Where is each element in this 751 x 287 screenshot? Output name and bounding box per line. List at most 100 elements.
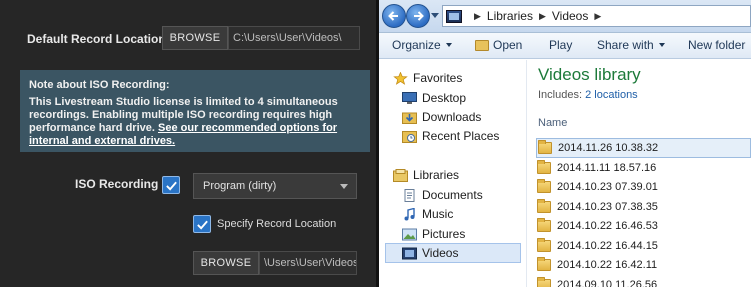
nav-label: Favorites bbox=[413, 71, 463, 85]
nav-item-desktop[interactable]: Desktop bbox=[379, 88, 527, 108]
command-bar: Organize Open Play Share with New folder bbox=[379, 33, 751, 59]
iso-recording-checkbox[interactable] bbox=[162, 176, 180, 194]
nav-label: Desktop bbox=[422, 91, 467, 105]
star-icon bbox=[393, 71, 408, 85]
breadcrumb-videos[interactable]: Videos bbox=[552, 9, 588, 23]
folder-icon bbox=[537, 218, 551, 232]
file-name: 2014.10.22 16.44.15 bbox=[557, 240, 658, 252]
file-name: 2014.11.26 10.38.32 bbox=[558, 142, 659, 154]
note-title: Note about ISO Recording: bbox=[29, 79, 170, 91]
folder-icon bbox=[537, 277, 551, 287]
nav-item-recent-places[interactable]: Recent Places bbox=[379, 126, 527, 146]
nav-item-pictures[interactable]: Pictures bbox=[379, 224, 527, 244]
nav-label: Music bbox=[422, 207, 454, 221]
iso-source-select[interactable]: Program (dirty) bbox=[193, 173, 357, 199]
default-record-path-field[interactable]: C:\Users\User\Videos\ bbox=[228, 26, 360, 50]
arrow-left-icon bbox=[388, 11, 398, 21]
iso-browse-button[interactable]: BROWSE bbox=[193, 251, 259, 275]
library-includes: Includes: 2 locations bbox=[538, 89, 638, 101]
iso-source-value: Program (dirty) bbox=[203, 180, 277, 192]
iso-recording-note: Note about ISO Recording: This Livestrea… bbox=[20, 70, 370, 152]
share-with-label: Share with bbox=[597, 38, 654, 52]
list-item[interactable]: 2014.10.22 16.46.53 bbox=[536, 216, 751, 236]
new-folder-button[interactable]: New folder bbox=[688, 38, 745, 52]
iso-record-path-field[interactable]: \Users\User\Videos\ bbox=[259, 251, 357, 275]
includes-locations-link[interactable]: 2 locations bbox=[585, 89, 638, 101]
recent-pages-dropdown-icon[interactable] bbox=[431, 13, 439, 18]
list-item[interactable]: 2014.10.22 16.42.11 bbox=[536, 255, 751, 275]
default-record-location-label: Default Record Location bbox=[27, 32, 166, 46]
new-folder-label: New folder bbox=[688, 38, 746, 52]
forward-button[interactable] bbox=[406, 4, 430, 28]
chevron-down-icon bbox=[658, 43, 665, 47]
chevron-right-icon[interactable]: ▶ bbox=[594, 11, 601, 22]
libraries-icon bbox=[393, 168, 408, 182]
nav-label: Documents bbox=[422, 188, 483, 202]
chevron-down-icon bbox=[445, 43, 452, 47]
nav-label: Videos bbox=[422, 246, 459, 260]
share-with-button[interactable]: Share with bbox=[597, 38, 665, 52]
videos-icon bbox=[402, 247, 417, 259]
chevron-down-icon bbox=[340, 184, 348, 189]
file-name: 2014.09.10 11.26.56 bbox=[557, 279, 658, 287]
checkmark-icon bbox=[165, 181, 177, 191]
address-bar: ▶ Libraries ▶ Videos ▶ bbox=[379, 0, 751, 33]
organize-button[interactable]: Organize bbox=[392, 38, 452, 52]
open-label: Open bbox=[493, 38, 523, 52]
list-item[interactable]: 2014.11.11 18.57.16 bbox=[536, 158, 751, 178]
checkmark-icon bbox=[196, 220, 208, 230]
arrow-right-icon bbox=[414, 11, 424, 21]
open-folder-icon bbox=[475, 39, 489, 51]
specify-record-location-checkbox[interactable] bbox=[193, 215, 211, 233]
list-item[interactable]: 2014.10.23 07.39.01 bbox=[536, 177, 751, 197]
navigation-pane: Favorites Desktop Downloads Recent Place… bbox=[379, 60, 527, 287]
column-header-name[interactable]: Name bbox=[538, 117, 567, 129]
nav-item-favorites[interactable]: Favorites bbox=[379, 68, 527, 88]
folder-icon bbox=[538, 140, 552, 154]
includes-prefix: Includes: bbox=[538, 89, 583, 101]
nav-label: Recent Places bbox=[422, 129, 500, 143]
music-icon bbox=[404, 207, 415, 220]
folder-icon bbox=[537, 257, 551, 271]
library-title: Videos library bbox=[538, 65, 641, 84]
nav-label: Downloads bbox=[422, 110, 482, 124]
file-name: 2014.10.23 07.38.35 bbox=[557, 201, 658, 213]
chevron-right-icon[interactable]: ▶ bbox=[539, 11, 546, 22]
studio-settings-panel: Default Record Location BROWSE C:\Users\… bbox=[0, 0, 376, 287]
nav-item-downloads[interactable]: Downloads bbox=[379, 107, 527, 127]
folder-icon bbox=[537, 160, 551, 174]
downloads-icon bbox=[402, 112, 417, 124]
play-label: Play bbox=[549, 38, 573, 52]
nav-item-music[interactable]: Music bbox=[379, 204, 527, 224]
documents-icon bbox=[404, 188, 415, 202]
play-button[interactable]: Play bbox=[549, 38, 572, 52]
organize-label: Organize bbox=[392, 38, 441, 52]
open-button[interactable]: Open bbox=[475, 38, 522, 52]
list-item[interactable]: 2014.09.10 11.26.56 bbox=[536, 275, 751, 287]
file-name: 2014.10.23 07.39.01 bbox=[557, 181, 658, 193]
iso-recording-label: ISO Recording bbox=[75, 177, 159, 191]
folder-icon bbox=[537, 238, 551, 252]
folder-icon bbox=[537, 179, 551, 193]
file-name: 2014.10.22 16.46.53 bbox=[557, 220, 658, 232]
breadcrumb-libraries[interactable]: Libraries bbox=[487, 9, 533, 23]
list-item[interactable]: 2014.10.23 07.38.35 bbox=[536, 197, 751, 217]
file-name: 2014.11.11 18.57.16 bbox=[557, 162, 657, 174]
recent-places-icon bbox=[402, 130, 417, 143]
list-item[interactable]: 2014.11.26 10.38.32 bbox=[536, 138, 751, 158]
nav-item-documents[interactable]: Documents bbox=[379, 185, 527, 205]
back-button[interactable] bbox=[382, 4, 406, 28]
nav-item-libraries[interactable]: Libraries bbox=[379, 165, 527, 185]
explorer-window: ▶ Libraries ▶ Videos ▶ Organize Open Pla… bbox=[379, 0, 751, 287]
chevron-right-icon[interactable]: ▶ bbox=[474, 11, 481, 22]
video-library-icon bbox=[446, 9, 462, 23]
list-item[interactable]: 2014.10.22 16.44.15 bbox=[536, 236, 751, 256]
browse-button[interactable]: BROWSE bbox=[162, 26, 228, 50]
pictures-icon bbox=[402, 228, 417, 240]
specify-record-location-label: Specify Record Location bbox=[217, 218, 337, 230]
desktop-icon bbox=[402, 91, 417, 104]
nav-item-videos[interactable]: Videos bbox=[385, 243, 521, 263]
nav-label: Libraries bbox=[413, 168, 460, 182]
breadcrumb[interactable]: ▶ Libraries ▶ Videos ▶ bbox=[442, 5, 751, 27]
file-name: 2014.10.22 16.42.11 bbox=[557, 259, 658, 271]
